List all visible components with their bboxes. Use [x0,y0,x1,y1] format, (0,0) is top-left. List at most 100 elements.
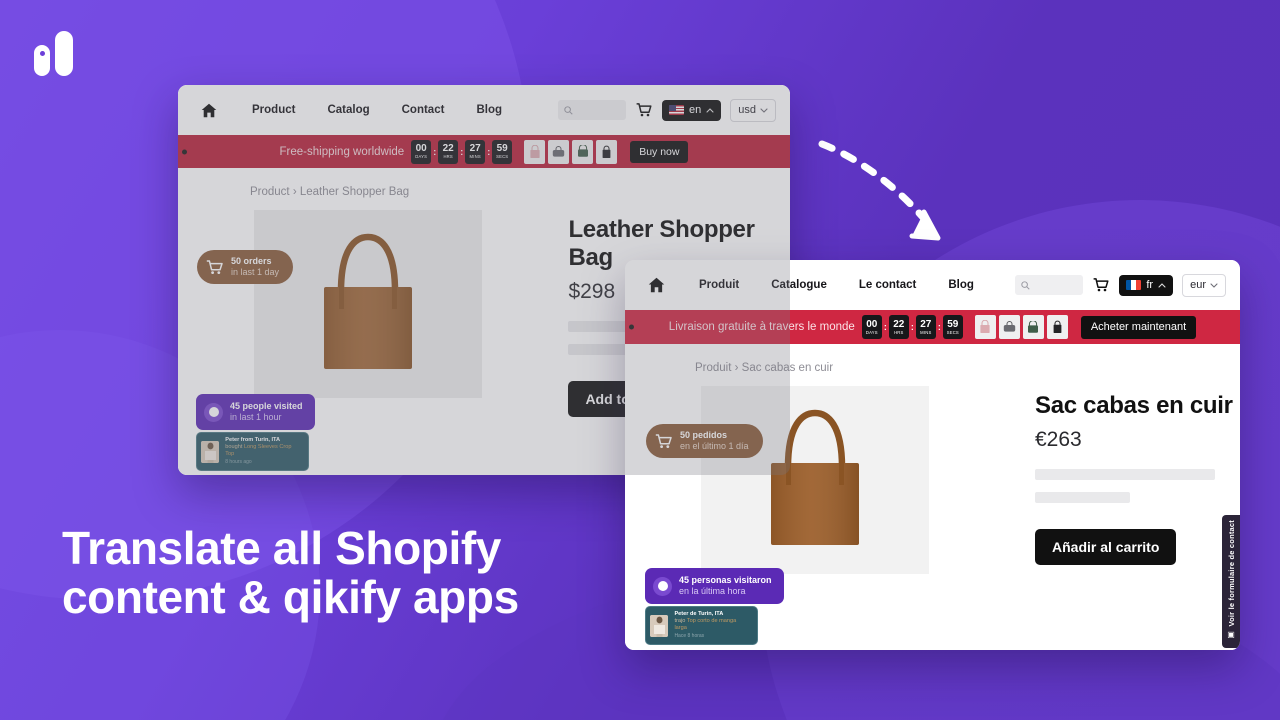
search-input[interactable] [1015,275,1084,295]
language-code: en [689,104,702,116]
countdown-minutes-unit: MINS [920,329,932,335]
navbar-actions: fr eur [1015,273,1226,297]
countdown-timer: 00 DAYS : 22 HRS : 27 MINS : 59 SECS [861,315,963,339]
countdown-separator: : [487,146,491,157]
navbar-links: Product Catalog Contact Blog [236,104,518,116]
contact-form-side-tab-label: Voir le formulaire de contact [1226,520,1236,627]
navbar-actions: en usd [558,98,776,122]
orders-badge-line-2: in last 1 day [231,267,280,277]
product-price: €263 [1035,428,1082,451]
pulse-dot-icon [653,576,672,596]
popup-product-thumbnail [201,440,220,463]
countdown-minutes-value: 27 [469,143,481,154]
nav-link-contact[interactable]: Contact [386,104,461,116]
popup-action: bought [225,444,243,450]
add-to-cart-button[interactable]: Añadir al carrito [1035,529,1177,565]
product-title: Sac cabas en cuir [1035,392,1233,419]
visitors-badge-line-2: en la última hora [679,586,746,596]
currency-code: eur [1190,279,1206,291]
orders-badge-line-1: 50 pedidos [680,430,728,440]
countdown-days-unit: DAYS [865,329,878,335]
store-navbar: Produit Catalogue Le contact Blog fr eur [625,260,1240,310]
product-image [254,210,482,398]
announcement-bar: Free-shipping worldwide 00 DAYS : 22 HRS… [178,135,790,168]
popup-customer-name: Peter de Turin, ITA [674,611,724,617]
language-selector-en[interactable]: en [662,99,722,121]
navbar-links: Produit Catalogue Le contact Blog [683,279,990,291]
cart-icon[interactable] [1092,278,1110,292]
nav-link-catalog[interactable]: Catalog [311,104,385,116]
countdown-seconds-value: 59 [496,143,508,154]
countdown-timer: 00 DAYS : 22 HRS : 27 MINS : 59 SECS [411,139,513,164]
product-info: Sac cabas en cuir €263 Añadir al carrito [1035,386,1233,574]
product-page-fr: Produit › Sac cabas en cuir 50 pedidos e… [625,344,1240,650]
contact-form-side-tab[interactable]: Voir le formulaire de contact ▣ [1222,515,1240,648]
thumbnail-black-tote[interactable] [1046,315,1068,339]
currency-selector-eur[interactable]: eur [1182,273,1226,297]
countdown-seconds-unit: SECS [496,154,509,159]
countdown-separator: : [433,146,437,157]
fr-flag-icon [1126,280,1142,290]
countdown-separator: : [937,322,941,332]
announcement-thumbnails [974,315,1068,339]
announcement-thumbnails [524,139,618,164]
poster-stage: Translate all Shopify content & qikify a… [0,0,1280,720]
countdown-minutes: 27 MINS [915,315,936,339]
cart-icon [206,259,223,274]
cart-icon[interactable] [635,103,653,117]
sales-popup[interactable]: Peter from Turin, ITA bought Long Sleeve… [196,432,309,471]
announcement-text: Livraison gratuite à travers le monde [668,321,855,333]
language-code: fr [1146,279,1154,291]
nav-link-product[interactable]: Product [236,104,311,116]
currency-code: usd [738,104,756,116]
language-selector-fr[interactable]: fr [1119,274,1174,296]
us-flag-icon [669,105,684,115]
breadcrumb[interactable]: Produit › Sac cabas en cuir [625,362,1240,374]
storefront-window-french[interactable]: Produit Catalogue Le contact Blog fr eur… [625,260,1240,650]
thumbnail-pink-tote[interactable] [974,315,996,339]
popup-time: 8 hours ago [225,459,252,465]
thumbnail-black-tote[interactable] [596,139,618,164]
buy-now-button[interactable]: Buy now [630,140,689,163]
currency-selector-usd[interactable]: usd [730,98,776,122]
search-input[interactable] [558,100,626,120]
nav-link-contact[interactable]: Le contact [843,279,933,291]
nav-link-blog[interactable]: Blog [460,104,518,116]
home-icon[interactable] [192,103,226,118]
countdown-seconds: 59 SECS [942,315,963,339]
nav-link-catalogue[interactable]: Catalogue [755,279,843,291]
thumbnail-grey-duffle[interactable] [998,315,1020,339]
orders-badge-line-1: 50 orders [231,256,272,266]
nav-link-produit[interactable]: Produit [683,279,755,291]
thumbnail-grey-duffle[interactable] [548,139,570,164]
announcement-bar: Livraison gratuite à travers le monde 00… [625,310,1240,344]
countdown-minutes: 27 MINS [465,139,486,164]
page-title: Translate all Shopify content & qikify a… [62,524,682,622]
popup-customer-name: Peter from Turin, ITA [225,437,281,443]
countdown-separator: : [460,146,464,157]
thumbnail-green-shoulder[interactable] [572,139,594,164]
qikify-logo [32,27,84,79]
breadcrumb[interactable]: Product › Leather Shopper Bag [178,186,790,198]
countdown-hours: 22 HRS [888,315,909,339]
logo-dot [39,51,45,56]
headline-line-2: content & qikify apps [62,570,519,623]
orders-badge: 50 orders in last 1 day [197,250,294,284]
thumbnail-green-shoulder[interactable] [1022,315,1044,339]
nav-link-blog[interactable]: Blog [932,279,990,291]
countdown-seconds: 59 SECS [492,139,513,164]
countdown-hours-value: 22 [893,318,905,330]
cart-icon [655,433,672,448]
popup-time: Hace 8 horas [674,633,705,639]
orders-badge: 50 pedidos en el último 1 día [646,424,763,458]
thumbnail-pink-tote[interactable] [524,139,546,164]
description-placeholder-2 [1035,492,1130,503]
countdown-hours-unit: HRS [894,329,904,335]
description-placeholder-1 [1035,469,1215,480]
home-icon[interactable] [639,277,673,293]
chevron-down-icon [1210,282,1218,288]
buy-now-button[interactable]: Acheter maintenant [1080,315,1197,339]
chevron-down-icon [760,107,768,113]
dashed-curved-arrow-icon [818,140,941,241]
sales-popup[interactable]: Peter de Turin, ITA trajo Top corto de m… [645,606,758,645]
